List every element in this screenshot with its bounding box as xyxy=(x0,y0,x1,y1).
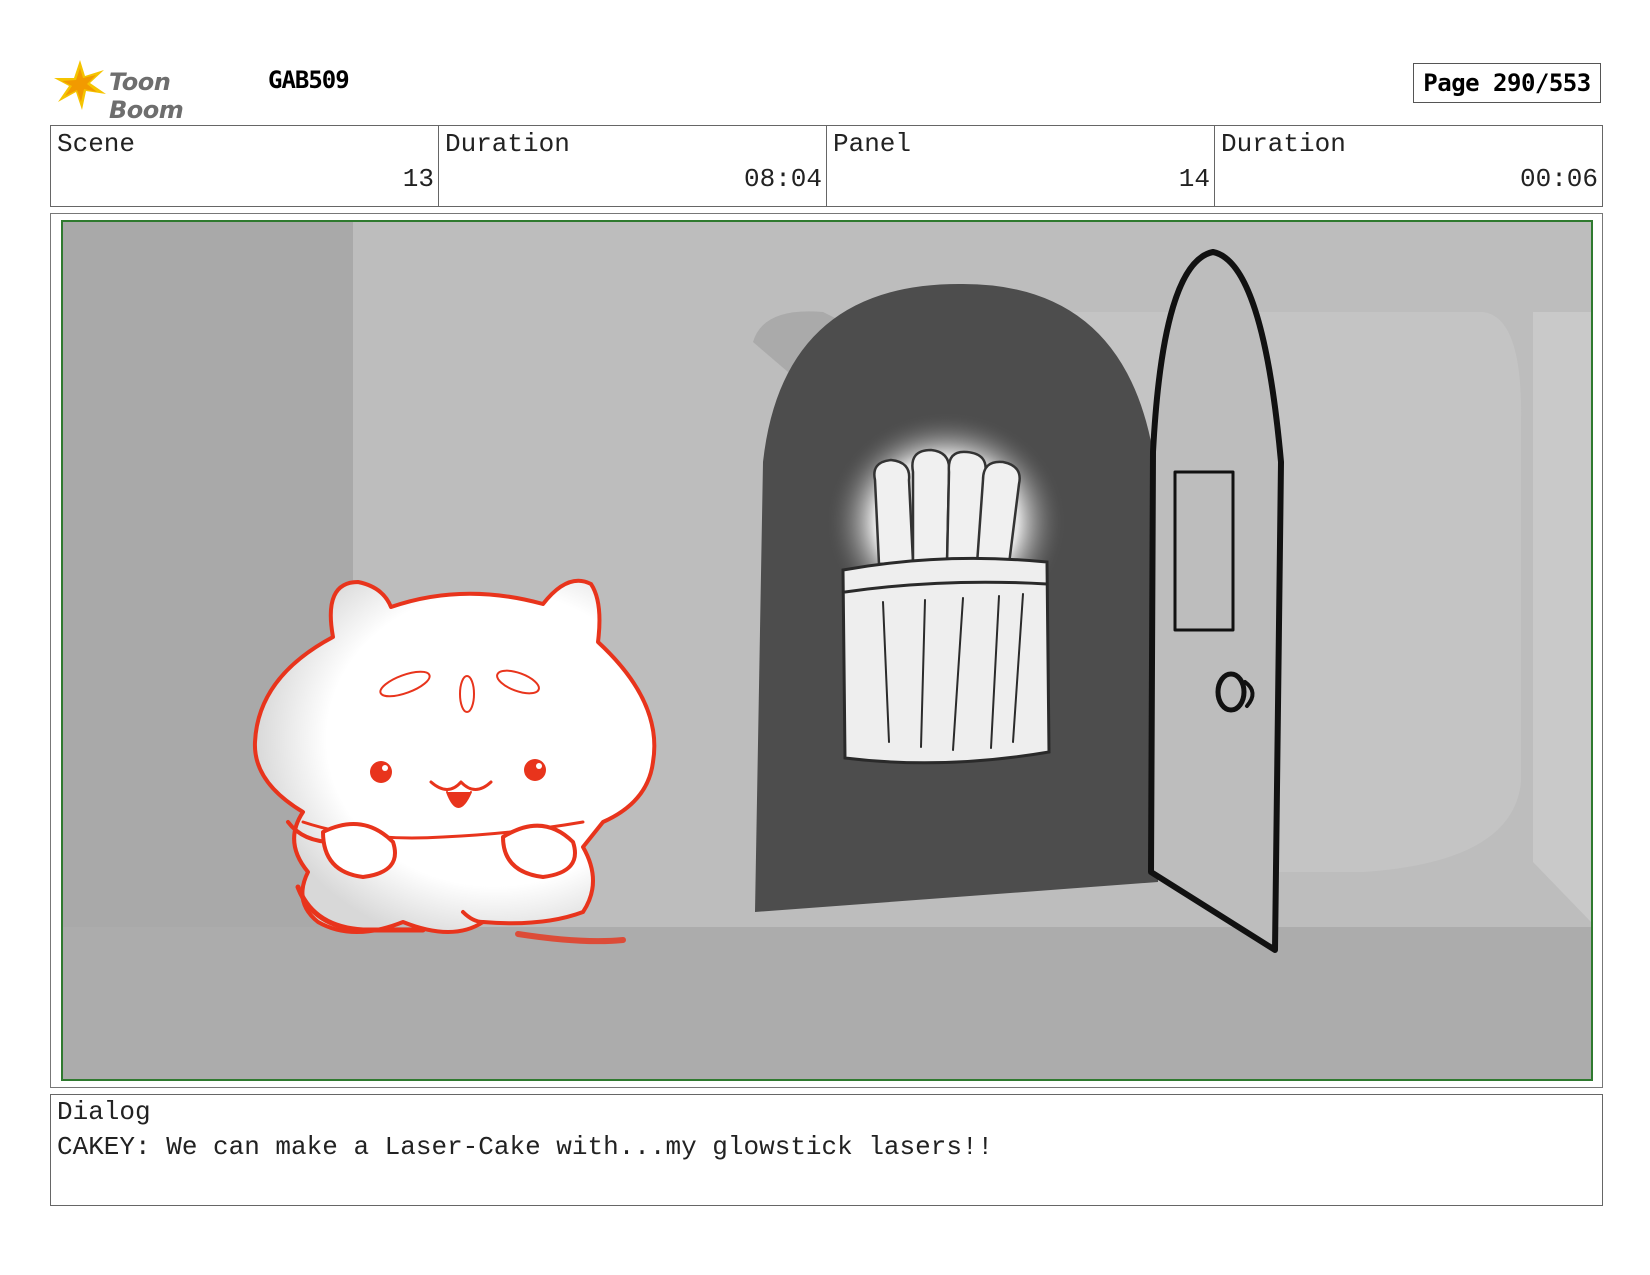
scene-duration-label: Duration xyxy=(445,129,570,159)
starburst-logo-icon xyxy=(54,60,106,110)
panel-duration-value: 00:06 xyxy=(1519,164,1598,194)
scene-duration-cell: Duration 08:04 xyxy=(439,126,827,206)
project-title: GAB509 xyxy=(268,66,350,94)
scene-value: 13 xyxy=(402,164,434,194)
scene-duration-value: 08:04 xyxy=(743,164,822,194)
panel-artwork xyxy=(63,222,1591,1079)
panel-duration-label: Duration xyxy=(1221,129,1346,159)
panel-duration-cell: Duration 00:06 xyxy=(1215,126,1602,206)
panel-cell: Panel 14 xyxy=(827,126,1215,206)
scene-cell: Scene 13 xyxy=(51,126,439,206)
jar xyxy=(841,556,1051,765)
info-table: Scene 13 Duration 08:04 Panel 14 Duratio… xyxy=(50,125,1603,207)
dialog-text: CAKEY: We can make a Laser-Cake with...m… xyxy=(57,1132,994,1162)
dialog-box: Dialog CAKEY: We can make a Laser-Cake w… xyxy=(50,1094,1603,1206)
toon-boom-logo: Toon Boom xyxy=(52,56,252,124)
glowsticks xyxy=(873,448,1021,566)
scene-label: Scene xyxy=(57,129,136,159)
panel-label: Panel xyxy=(833,129,912,159)
storyboard-panel xyxy=(61,220,1593,1081)
panel-value: 14 xyxy=(1178,164,1210,194)
dialog-label: Dialog xyxy=(57,1097,151,1127)
background-right-edge xyxy=(1533,312,1591,922)
open-door xyxy=(1148,249,1284,953)
logo-wordmark: Toon Boom xyxy=(109,68,184,124)
background-floor xyxy=(63,927,1591,1079)
page-number: Page 290/553 xyxy=(1413,63,1601,103)
